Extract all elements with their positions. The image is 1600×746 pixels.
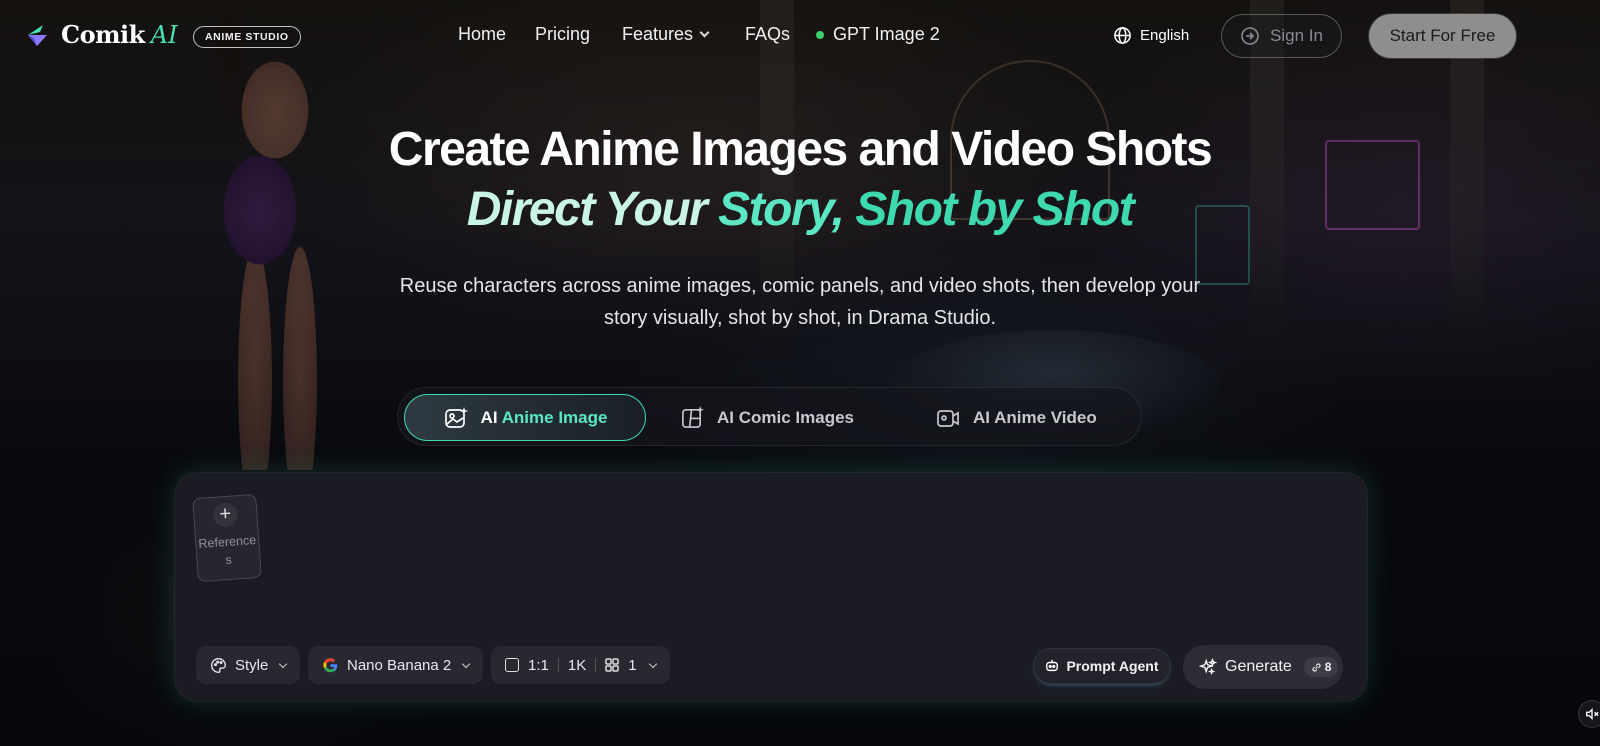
generate-button[interactable]: Generate 8 — [1183, 645, 1343, 689]
style-label: Style — [235, 656, 269, 674]
chevron-down-icon — [462, 659, 471, 668]
status-dot-icon — [816, 30, 824, 39]
logo-mark-icon — [25, 22, 51, 48]
divider — [595, 658, 597, 672]
nav-gpt-image-link[interactable]: GPT Image 2 — [816, 24, 940, 45]
tab-ai-anime-image[interactable]: AI Anime Image — [404, 394, 646, 441]
nav-features-label: Features — [622, 24, 694, 44]
credits-value: 8 — [1324, 660, 1332, 674]
robot-icon — [1046, 659, 1059, 672]
aspect-ratio-icon — [505, 658, 519, 672]
chevron-down-icon — [279, 659, 288, 668]
language-label: English — [1140, 27, 1190, 44]
hero-tagline: Direct Your Story, Shot by Shot — [0, 182, 1600, 237]
video-camera-icon — [937, 409, 959, 427]
mode-tabs: AI Anime Image AI Comic Images AI Anime … — [397, 387, 1142, 446]
generate-label: Generate — [1225, 658, 1292, 675]
tab-label-prefix: AI — [480, 407, 502, 427]
hero-title: Create Anime Images and Video Shots — [388, 123, 1213, 176]
sign-in-button[interactable]: Sign In — [1221, 14, 1342, 58]
model-selector[interactable]: Nano Banana 2 — [308, 646, 484, 684]
image-sparkle-icon — [444, 406, 468, 428]
language-selector[interactable]: English — [1113, 26, 1189, 45]
tagline-part-2: Story, — [718, 183, 845, 236]
divider — [557, 658, 559, 672]
sparkles-icon — [1199, 658, 1217, 676]
google-logo-icon — [323, 657, 338, 672]
output-settings-selector[interactable]: 1:1 1K 1 — [491, 646, 670, 684]
palette-icon — [211, 657, 226, 673]
aspect-ratio-value: 1:1 — [528, 656, 549, 674]
style-selector[interactable]: Style — [196, 646, 301, 684]
tab-ai-comic-images[interactable]: AI Comic Images — [680, 394, 854, 441]
mute-toggle-button[interactable] — [1578, 700, 1600, 728]
plus-icon: + — [212, 502, 239, 528]
sign-in-label: Sign In — [1270, 26, 1323, 45]
link-icon — [1312, 662, 1321, 672]
credits-badge: 8 — [1303, 657, 1339, 677]
chevron-down-icon — [648, 659, 657, 668]
tab-ai-anime-video-label: AI Anime Video — [973, 407, 1097, 427]
sign-in-icon — [1241, 27, 1259, 45]
prompt-agent-label: Prompt Agent — [1066, 658, 1159, 674]
nav-faqs-label: FAQs — [745, 24, 791, 44]
chevron-down-icon — [699, 27, 710, 38]
image-count-value: 1 — [628, 656, 637, 674]
tagline-part-3: Shot by Shot — [855, 183, 1134, 236]
tab-ai-anime-image-label: AI Anime Image — [481, 408, 608, 428]
hero-subtitle: Reuse characters across anime images, co… — [399, 275, 1201, 329]
logo[interactable]: Comik AI — [25, 20, 178, 49]
start-for-free-button[interactable]: Start For Free — [1369, 14, 1516, 58]
prompt-agent-button[interactable]: Prompt Agent — [1033, 648, 1171, 684]
nav-home-label: Home — [458, 24, 507, 44]
add-references-button[interactable]: + References — [192, 493, 262, 583]
nav-home-link[interactable]: Home — [458, 24, 506, 45]
globe-icon — [1114, 27, 1131, 44]
logo-text: Comik — [61, 20, 145, 49]
nav-pricing-link[interactable]: Pricing — [535, 24, 590, 45]
nav-features-dropdown[interactable]: Features — [622, 24, 710, 45]
logo-ai-text: AI — [150, 20, 178, 49]
grid-icon — [605, 658, 619, 672]
top-navigation: Comik AI ANIME STUDIO Home Pricing Featu… — [0, 0, 1600, 72]
tab-ai-anime-video[interactable]: AI Anime Video — [935, 394, 1097, 441]
resolution-value: 1K — [567, 656, 587, 674]
speaker-muted-icon — [1586, 708, 1599, 720]
model-label: Nano Banana 2 — [347, 656, 452, 674]
tab-label-highlight: Anime Image — [501, 407, 608, 427]
tab-ai-comic-images-label: AI Comic Images — [717, 407, 854, 427]
comic-panels-icon — [682, 405, 705, 428]
nav-faqs-link[interactable]: FAQs — [745, 24, 790, 45]
nav-gpt-image-label: GPT Image 2 — [833, 24, 940, 44]
nav-pricing-label: Pricing — [535, 24, 591, 44]
anime-studio-badge: ANIME STUDIO — [193, 26, 301, 48]
references-label: References — [198, 532, 257, 568]
tagline-part-1: Direct Your — [466, 183, 708, 236]
